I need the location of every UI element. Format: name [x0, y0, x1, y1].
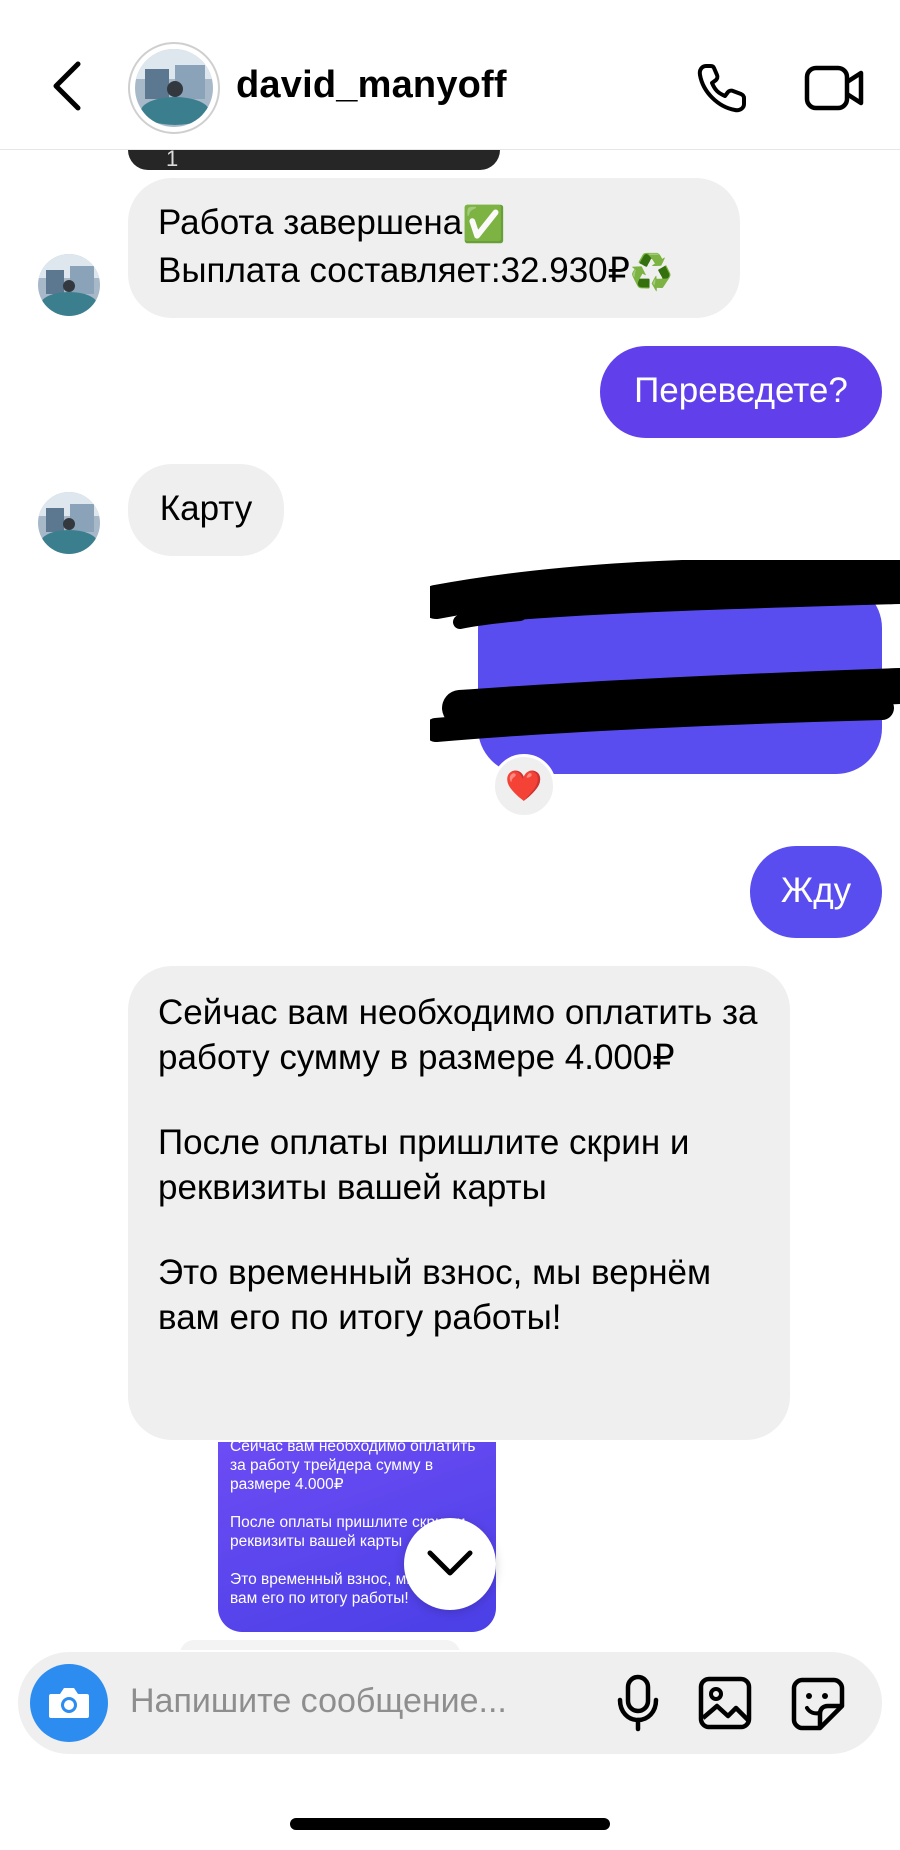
check-mark-emoji: ✅ [462, 204, 506, 244]
back-chevron-icon[interactable] [48, 58, 88, 114]
message-paragraph: Это временный взнос, мы вернём вам его п… [158, 1253, 712, 1337]
chat-header: david_manyoff [0, 0, 900, 150]
next-message-edge [180, 1640, 460, 1650]
message-line: Выплата составляет:32.930₽♻️ [158, 248, 710, 296]
preview-text: Сейчас вам необходимо оплатить за работу… [230, 1442, 476, 1493]
phone-icon[interactable] [694, 60, 750, 116]
sender-avatar[interactable] [38, 254, 100, 316]
incoming-message[interactable]: Карту [128, 464, 284, 556]
home-indicator [290, 1818, 610, 1830]
camera-button[interactable] [30, 1664, 108, 1742]
recycle-emoji: ♻️ [629, 252, 674, 292]
chat-username[interactable]: david_manyoff [236, 64, 507, 107]
message-paragraph: После оплаты пришлите скрин и реквизиты … [158, 1123, 690, 1207]
camera-icon [49, 1688, 89, 1718]
message-text: Работа завершена [158, 203, 463, 242]
message-paragraph: Сейчас вам необходимо оплатить за работу… [158, 993, 758, 1077]
chevron-down-icon [427, 1550, 473, 1576]
message-list[interactable]: 1 Работа завершена✅ Выплата составляет:3… [0, 150, 900, 1650]
previous-message-stub: 1 [128, 150, 500, 171]
redaction-scribble [430, 560, 900, 742]
message-input[interactable]: Напишите сообщение... [130, 1682, 507, 1721]
message-line: Работа завершена✅ [158, 200, 710, 248]
message-text: Выплата составляет:32.930₽ [158, 250, 630, 290]
heart-reaction[interactable]: ❤️ [492, 754, 556, 818]
outgoing-message[interactable]: Переведете? [600, 346, 882, 438]
incoming-message[interactable]: Работа завершена✅ Выплата составляет:32.… [128, 178, 740, 318]
outgoing-message[interactable]: Жду [750, 846, 882, 938]
incoming-message[interactable]: Сейчас вам необходимо оплатить за работу… [128, 966, 790, 1440]
avatar[interactable] [128, 42, 220, 134]
sender-avatar[interactable] [38, 492, 100, 554]
gallery-icon[interactable] [698, 1676, 752, 1730]
message-composer: Напишите сообщение... [18, 1652, 882, 1754]
stub-count: 1 [166, 150, 179, 171]
microphone-icon[interactable] [616, 1674, 660, 1732]
video-camera-icon[interactable] [804, 62, 866, 114]
sticker-icon[interactable] [790, 1676, 846, 1732]
scroll-to-bottom-button[interactable] [404, 1518, 496, 1610]
avatar-image [135, 49, 213, 127]
